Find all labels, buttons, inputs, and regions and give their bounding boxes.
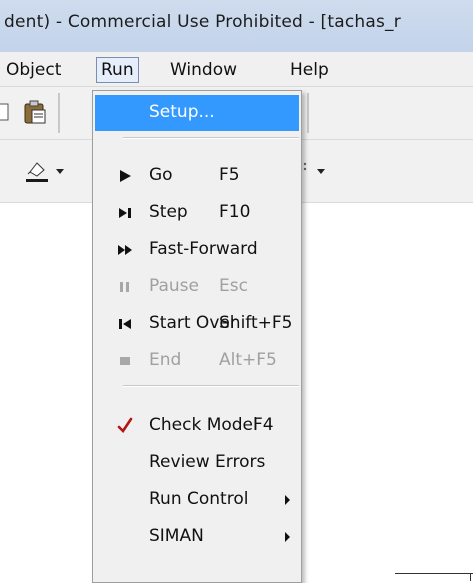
chevron-down-icon[interactable] <box>55 168 65 176</box>
menu-item-fast-forward[interactable]: Fast-Forward <box>95 232 299 268</box>
connector-tick <box>470 573 471 581</box>
check-icon <box>117 417 133 433</box>
submenu-arrow-icon <box>285 532 290 542</box>
menu-separator <box>123 385 299 387</box>
menu-item-siman[interactable]: SIMAN <box>95 519 299 555</box>
play-icon <box>120 170 131 182</box>
toolbar-separator <box>307 93 309 133</box>
menu-item-step[interactable]: Step F10 <box>95 195 299 231</box>
start-over-icon <box>119 319 131 329</box>
menu-item-end[interactable]: End Alt+F5 <box>95 343 299 379</box>
menu-window[interactable]: Window <box>166 58 241 82</box>
menu-item-pause[interactable]: Pause Esc <box>95 269 299 305</box>
menu-item-start-over[interactable]: Start Over Shift+F5 <box>95 306 299 342</box>
step-icon <box>119 208 131 218</box>
stop-icon <box>120 357 130 365</box>
menu-item-go[interactable]: Go F5 <box>95 158 299 194</box>
submenu-arrow-icon <box>285 495 290 505</box>
menu-item-review-errors[interactable]: Review Errors <box>95 445 299 481</box>
chevron-down-icon[interactable] <box>316 168 326 176</box>
toolbar-separator <box>58 93 60 133</box>
menu-help[interactable]: Help <box>286 58 333 82</box>
fast-forward-icon <box>118 245 132 255</box>
window-title-bar: dent) - Commercial Use Prohibited - [tac… <box>0 0 473 52</box>
menu-object[interactable]: Object <box>2 58 65 82</box>
copy-icon[interactable] <box>0 101 12 123</box>
paste-icon[interactable] <box>22 99 48 125</box>
menu-run[interactable]: Run <box>96 57 139 83</box>
fill-color-icon[interactable] <box>24 158 50 184</box>
overflow-icon <box>303 162 307 171</box>
pause-icon <box>120 282 129 292</box>
connector-line <box>395 573 473 574</box>
menu-item-run-control[interactable]: Run Control <box>95 482 299 518</box>
menu-separator <box>123 137 299 139</box>
menu-item-check-model[interactable]: Check Model F4 <box>95 408 299 444</box>
window-title: dent) - Commercial Use Prohibited - [tac… <box>4 12 401 32</box>
menu-bar: Object Run Window Help <box>0 52 473 87</box>
menu-item-setup[interactable]: Setup... <box>95 95 299 131</box>
run-menu-dropdown: Setup... Go F5 Step F10 Fast-Forward Pau… <box>92 90 302 583</box>
